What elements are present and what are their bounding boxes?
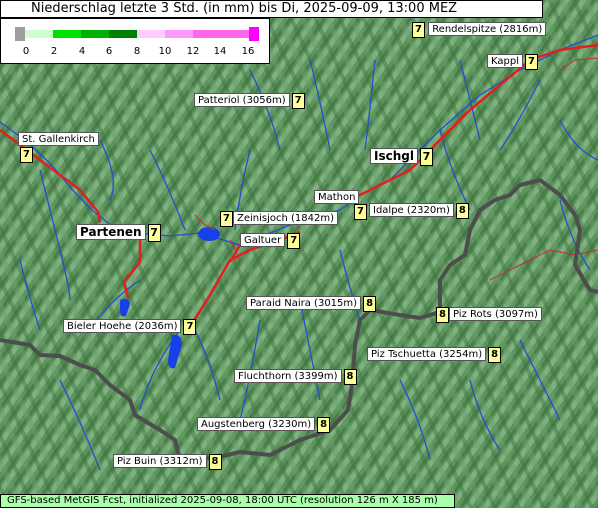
place-name: Ischgl <box>370 148 418 164</box>
legend-swatch-6-8 <box>109 30 137 38</box>
place-value: 7 <box>20 147 33 163</box>
place-value: 7 <box>287 233 301 249</box>
place-st-gallenkirch[interactable]: St. Gallenkirch <box>18 132 99 146</box>
legend-tick-10: 10 <box>158 46 172 57</box>
place-name: Augstenberg (3230m) <box>197 417 316 431</box>
legend-tick-16: 16 <box>241 46 255 57</box>
place-idalpe[interactable]: Idalpe (2320m) 8 <box>369 203 469 219</box>
place-patteriol[interactable]: Patteriol (3056m) 7 <box>194 93 305 109</box>
place-galtuer[interactable]: Galtuer 7 <box>240 233 301 249</box>
place-kappl[interactable]: Kappl 7 <box>487 54 538 70</box>
legend-tick-8: 8 <box>133 46 141 57</box>
place-name: Patteriol (3056m) <box>194 93 290 107</box>
place-paraid-naira[interactable]: Paraid Naira (3015m) 8 <box>246 296 377 312</box>
precipitation-legend: 0 2 4 6 8 10 12 14 16 <box>0 18 270 64</box>
place-mathon-value: 7 <box>352 204 367 220</box>
terrain-texture <box>0 0 598 508</box>
place-value: 8 <box>208 454 222 470</box>
place-partenen[interactable]: Partenen 7 <box>76 224 161 242</box>
place-name: Mathon <box>314 190 360 204</box>
place-name: St. Gallenkirch <box>18 132 99 146</box>
place-ischgl[interactable]: Ischgl 7 <box>370 148 433 166</box>
place-name: Fluchthorn (3399m) <box>234 369 342 383</box>
place-mathon[interactable]: Mathon <box>314 190 360 204</box>
legend-tick-0: 0 <box>22 46 30 57</box>
legend-swatch-8-10 <box>137 30 165 38</box>
place-name: Partenen <box>76 224 146 240</box>
map-title: Niederschlag letzte 3 Std. (in mm) bis D… <box>0 0 543 18</box>
terrain-map <box>0 0 598 508</box>
legend-tick-2: 2 <box>50 46 58 57</box>
place-name: Paraid Naira (3015m) <box>246 296 362 310</box>
place-fluchthorn[interactable]: Fluchthorn (3399m) 8 <box>234 369 357 385</box>
place-piz-tschuetta[interactable]: Piz Tschuetta (3254m) 8 <box>367 347 502 363</box>
place-augstenberg[interactable]: Augstenberg (3230m) 8 <box>197 417 331 433</box>
legend-swatch-0-2 <box>25 30 53 38</box>
legend-swatch-2-4 <box>53 30 81 38</box>
place-value: 7 <box>220 211 233 227</box>
place-name: Galtuer <box>240 233 286 247</box>
place-value: 8 <box>363 296 377 312</box>
place-piz-rots[interactable]: 8 Piz Rots (3097m) <box>434 307 542 323</box>
legend-swatch-10-12 <box>165 30 193 38</box>
place-value: 7 <box>147 224 161 242</box>
place-value: 7 <box>354 204 367 220</box>
place-value: 8 <box>488 347 502 363</box>
place-value: 7 <box>524 54 538 70</box>
legend-swatch-4-6 <box>81 30 109 38</box>
place-value: 7 <box>183 319 197 335</box>
place-name: Kappl <box>487 54 523 68</box>
place-name: Rendelspitze (2816m) <box>428 22 547 36</box>
place-value: 7 <box>419 148 433 166</box>
place-rendelspitze[interactable]: 7 Rendelspitze (2816m) <box>410 22 547 38</box>
place-value: 8 <box>436 307 449 323</box>
place-st-gallenkirch-value: 7 <box>18 147 33 163</box>
place-value: 8 <box>317 417 331 433</box>
legend-swatch-below-0 <box>15 27 25 41</box>
place-name: Bieler Hoehe (2036m) <box>63 319 182 333</box>
place-piz-buin[interactable]: Piz Buin (3312m) 8 <box>113 454 222 470</box>
legend-tick-14: 14 <box>213 46 227 57</box>
forecast-footer: GFS-based MetGIS Fcst, initialized 2025-… <box>0 494 455 508</box>
legend-colorbar <box>15 27 259 41</box>
legend-tick-6: 6 <box>105 46 113 57</box>
legend-swatch-above-16 <box>249 27 259 41</box>
legend-swatch-12-14 <box>193 30 221 38</box>
place-name: Idalpe (2320m) <box>369 203 454 217</box>
place-name: Zeinisjoch (1842m) <box>233 211 339 225</box>
place-value: 7 <box>291 93 305 109</box>
place-value: 8 <box>455 203 469 219</box>
place-zeinisjoch[interactable]: 7 Zeinisjoch (1842m) <box>218 211 339 227</box>
legend-tick-12: 12 <box>186 46 200 57</box>
place-name: Piz Tschuetta (3254m) <box>367 347 487 361</box>
place-value: 7 <box>412 22 425 38</box>
place-name: Piz Buin (3312m) <box>113 454 207 468</box>
place-value: 8 <box>343 369 357 385</box>
place-bieler-hoehe[interactable]: Bieler Hoehe (2036m) 7 <box>63 319 197 335</box>
place-name: Piz Rots (3097m) <box>449 307 542 321</box>
legend-swatch-14-16 <box>221 30 249 38</box>
legend-tick-4: 4 <box>78 46 86 57</box>
